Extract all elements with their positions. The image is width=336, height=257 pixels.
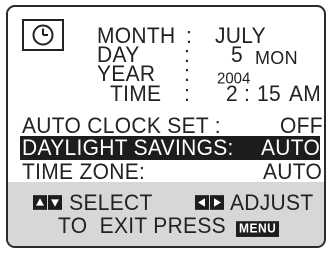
settings-screen: MONTH : JULY DAY : 5 MON YEAR : 2004 TIM… (6, 5, 326, 248)
help-footer: SELECT ADJUST TO EXIT PRESS MENU (8, 182, 324, 246)
weekday-value: MON (255, 47, 298, 69)
select-hint: SELECT (33, 190, 153, 216)
timezone-value[interactable]: AUTO (263, 160, 322, 184)
right-arrow-icon (210, 195, 224, 210)
auto-clock-value[interactable]: OFF (280, 114, 323, 138)
time-ampm[interactable]: AM (289, 82, 321, 106)
clock-icon (22, 19, 64, 51)
adjust-hint: ADJUST (195, 190, 314, 216)
left-arrow-icon (195, 195, 209, 210)
time-separator: : (184, 81, 191, 107)
menu-key-wrap: MENU (236, 217, 280, 240)
day-value[interactable]: 5 (231, 43, 243, 67)
daylight-value[interactable]: AUTO (261, 136, 320, 160)
menu-key: MENU (236, 221, 280, 237)
adjust-label: ADJUST (229, 190, 314, 216)
time-hour[interactable]: 2 (226, 82, 238, 106)
up-arrow-icon (33, 195, 47, 210)
auto-clock-label: AUTO CLOCK SET : (22, 113, 221, 139)
timezone-label: TIME ZONE: (22, 159, 146, 185)
time-colon: : (244, 81, 251, 107)
select-label: SELECT (69, 190, 153, 216)
daylight-label: DAYLIGHT SAVINGS: (22, 135, 234, 161)
exit-hint: TO EXIT PRESS (58, 213, 226, 239)
time-minute[interactable]: 15 (257, 82, 281, 106)
down-arrow-icon (48, 195, 62, 210)
time-label: TIME (110, 81, 162, 107)
daylight-savings-row[interactable]: DAYLIGHT SAVINGS: AUTO (20, 136, 320, 160)
